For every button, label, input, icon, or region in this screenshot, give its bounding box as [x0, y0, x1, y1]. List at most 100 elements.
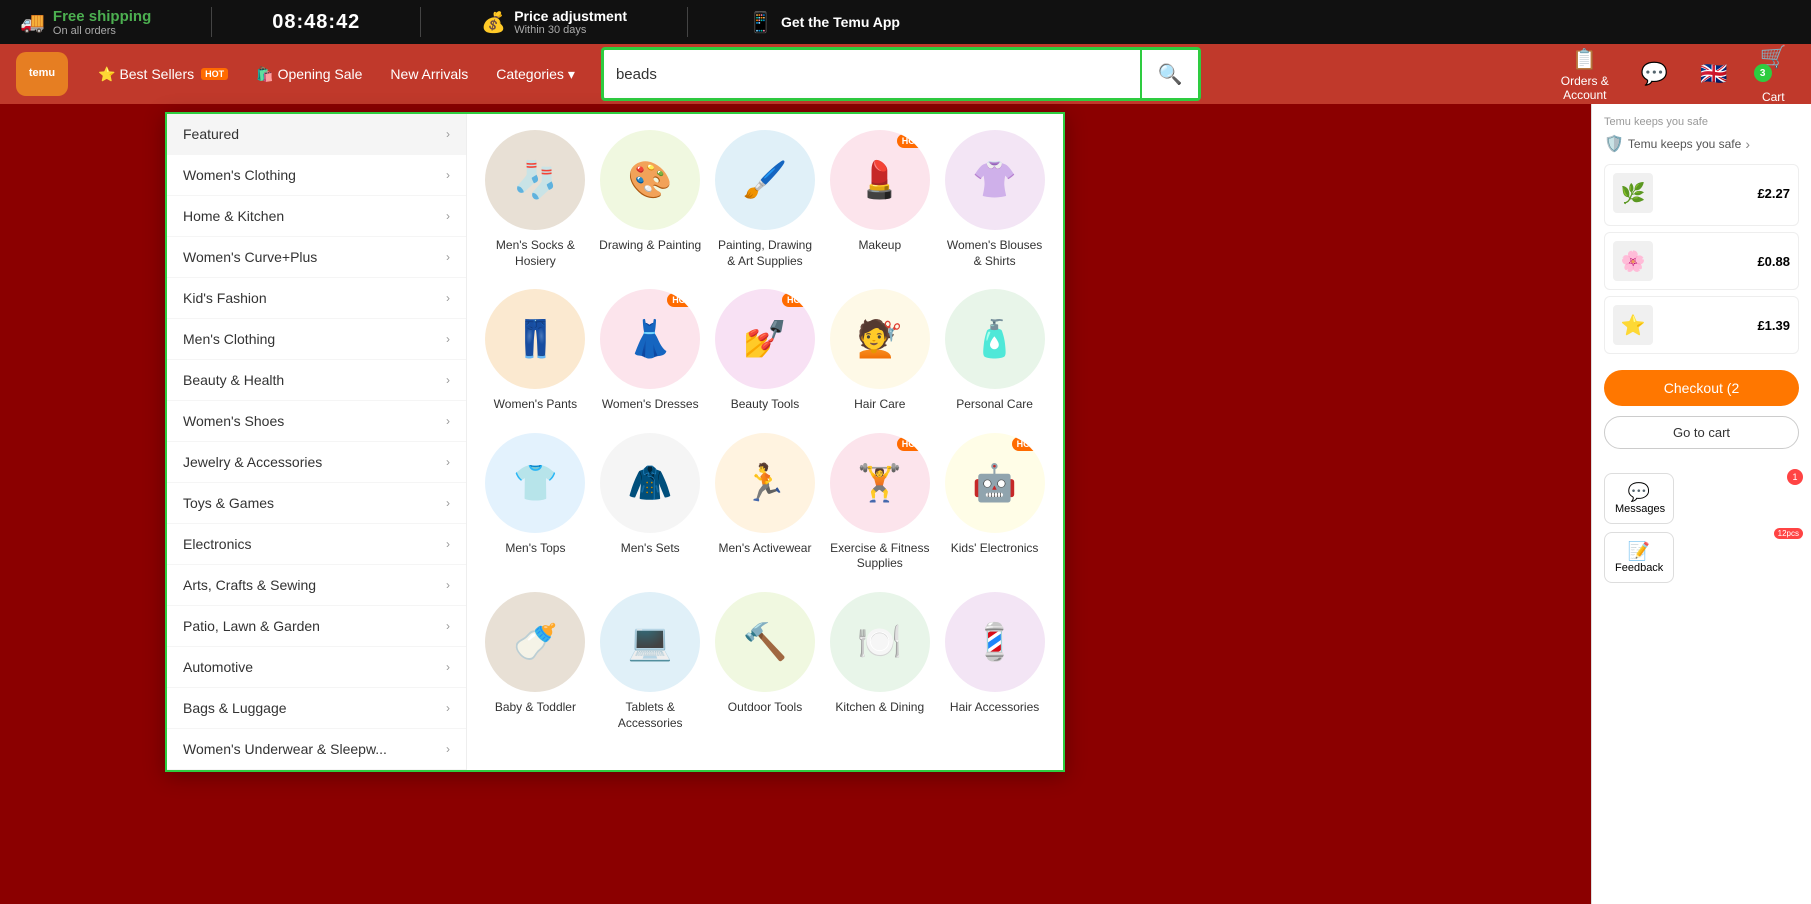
category-item-18[interactable]: 🍽️Kitchen & Dining	[827, 592, 932, 731]
category-emoji-4: 👚	[972, 159, 1017, 201]
sidebar-item-featured[interactable]: Featured ›	[167, 114, 466, 155]
category-circle-11: 🧥	[600, 433, 700, 533]
category-label-15: Baby & Toddler	[495, 700, 576, 716]
category-item-6[interactable]: HOT👗Women's Dresses	[598, 289, 703, 413]
category-label-1: Drawing & Painting	[599, 238, 701, 254]
opening-sale-icon: 🛍️	[256, 66, 273, 83]
search-icon: 🔍	[1152, 56, 1188, 92]
category-emoji-2: 🖌️	[743, 159, 788, 201]
category-emoji-3: 💄	[857, 159, 902, 201]
feedback-button[interactable]: 📝 Feedback 12pcs	[1604, 532, 1674, 583]
orders-account-label: Orders & Account	[1561, 74, 1609, 102]
womens-clothing-label: Women's Clothing	[183, 167, 296, 183]
new-arrivals-link[interactable]: New Arrivals	[376, 44, 482, 104]
orders-icon-row: 📋	[1572, 47, 1597, 72]
automotive-label: Automotive	[183, 659, 253, 675]
category-item-16[interactable]: 💻Tablets & Accessories	[598, 592, 703, 731]
go-to-cart-button[interactable]: Go to cart	[1604, 416, 1799, 449]
orders-account-item[interactable]: 📋 Orders & Account	[1553, 47, 1617, 102]
category-item-2[interactable]: 🖌️ Painting, Drawing & Art Supplies	[713, 130, 818, 269]
phone-icon: 📱	[748, 10, 773, 35]
opening-sale-label: Opening Sale	[278, 66, 363, 82]
chevron-icon: ›	[446, 537, 450, 551]
sidebar-item-arts-crafts[interactable]: Arts, Crafts & Sewing ›	[167, 565, 466, 606]
sidebar-item-bags[interactable]: Bags & Luggage ›	[167, 688, 466, 729]
category-item-3[interactable]: HOT💄Makeup	[827, 130, 932, 269]
cart-item[interactable]: 🛒 3 Cart	[1752, 44, 1795, 104]
right-panel: Temu keeps you safe 🛡️ Temu keeps you sa…	[1591, 104, 1811, 904]
search-container: 🔍	[601, 47, 1201, 101]
messages-button[interactable]: 💬 Messages 1	[1604, 473, 1674, 524]
category-label-3: Makeup	[858, 238, 901, 254]
category-circle-19: 💈	[945, 592, 1045, 692]
sidebar-item-patio[interactable]: Patio, Lawn & Garden ›	[167, 606, 466, 647]
temu-logo[interactable]: temu	[16, 52, 68, 96]
category-item-14[interactable]: HOT🤖Kids' Electronics	[942, 433, 1047, 572]
chevron-down-icon: ▾	[568, 66, 575, 83]
category-label-13: Exercise & Fitness Supplies	[827, 541, 932, 572]
categories-dropdown: Featured › Women's Clothing › Home & Kit…	[165, 112, 1065, 772]
sidebar-item-mens-clothing[interactable]: Men's Clothing ›	[167, 319, 466, 360]
sidebar-item-kids-fashion[interactable]: Kid's Fashion ›	[167, 278, 466, 319]
category-circle-16: 💻	[600, 592, 700, 692]
category-circle-12: 🏃	[715, 433, 815, 533]
chat-item[interactable]: 💬	[1633, 61, 1676, 87]
sidebar-item-home-kitchen[interactable]: Home & Kitchen ›	[167, 196, 466, 237]
womens-underwear-label: Women's Underwear & Sleepw...	[183, 741, 387, 757]
category-item-19[interactable]: 💈Hair Accessories	[942, 592, 1047, 731]
language-item[interactable]: 🇬🇧	[1692, 61, 1735, 87]
category-item-8[interactable]: 💇Hair Care	[827, 289, 932, 413]
nav-links: ⭐ Best Sellers HOT 🛍️ Opening Sale New A…	[84, 44, 589, 104]
cart-count-badge: 3	[1754, 64, 1772, 82]
chevron-icon: ›	[446, 742, 450, 756]
floating-area: 💬 Messages 1 📝 Feedback 12pcs	[1604, 473, 1799, 583]
feedback-icon: 📝	[1615, 541, 1663, 562]
sidebar-item-jewelry[interactable]: Jewelry & Accessories ›	[167, 442, 466, 483]
category-item-1[interactable]: 🎨 Drawing & Painting	[598, 130, 703, 269]
search-input[interactable]	[604, 58, 1140, 91]
sidebar-item-toys-games[interactable]: Toys & Games ›	[167, 483, 466, 524]
category-circle-15: 🍼	[485, 592, 585, 692]
categories-link[interactable]: Categories ▾	[482, 44, 589, 104]
category-item-0[interactable]: 🧦 Men's Socks & Hosiery	[483, 130, 588, 269]
sidebar-item-womens-underwear[interactable]: Women's Underwear & Sleepw... ›	[167, 729, 466, 770]
category-item-11[interactable]: 🧥Men's Sets	[598, 433, 703, 572]
category-item-5[interactable]: 👖Women's Pants	[483, 289, 588, 413]
hot-tag-7: HOT	[782, 293, 811, 307]
best-sellers-link[interactable]: ⭐ Best Sellers HOT	[84, 44, 242, 104]
search-button[interactable]: 🔍	[1140, 50, 1198, 98]
category-label-2: Painting, Drawing & Art Supplies	[713, 238, 818, 269]
sidebar-item-electronics[interactable]: Electronics ›	[167, 524, 466, 565]
category-emoji-1: 🎨	[628, 159, 673, 201]
sidebar-item-womens-clothing[interactable]: Women's Clothing ›	[167, 155, 466, 196]
category-item-13[interactable]: HOT🏋️Exercise & Fitness Supplies	[827, 433, 932, 572]
category-label-7: Beauty Tools	[731, 397, 800, 413]
category-item-15[interactable]: 🍼 Baby & Toddler	[483, 592, 588, 731]
nav-right: 📋 Orders & Account 💬 🇬🇧 🛒 3 Cart	[1553, 44, 1795, 104]
category-circle-0: 🧦	[485, 130, 585, 230]
chevron-icon: ›	[446, 332, 450, 346]
category-item-7[interactable]: HOT💅Beauty Tools	[713, 289, 818, 413]
top-bar: 🚚 Free shipping On all orders 08:48:42 💰…	[0, 0, 1811, 44]
sidebar-item-automotive[interactable]: Automotive ›	[167, 647, 466, 688]
opening-sale-link[interactable]: 🛍️ Opening Sale	[242, 44, 376, 104]
electronics-label: Electronics	[183, 536, 251, 552]
category-item-9[interactable]: 🧴Personal Care	[942, 289, 1047, 413]
category-label-6: Women's Dresses	[602, 397, 699, 413]
beauty-health-label: Beauty & Health	[183, 372, 284, 388]
app-promo: 📱 Get the Temu App	[748, 10, 900, 35]
flag-icon: 🇬🇧	[1700, 61, 1727, 87]
category-item-10[interactable]: 👕Men's Tops	[483, 433, 588, 572]
chevron-icon: ›	[446, 127, 450, 141]
sidebar-item-womens-shoes[interactable]: Women's Shoes ›	[167, 401, 466, 442]
category-item-4[interactable]: 👚Women's Blouses & Shirts	[942, 130, 1047, 269]
checkout-button[interactable]: Checkout (2	[1604, 370, 1799, 406]
cart-item1-thumb: 🌿	[1613, 173, 1653, 213]
category-label-0: Men's Socks & Hosiery	[483, 238, 588, 269]
sidebar-item-beauty-health[interactable]: Beauty & Health ›	[167, 360, 466, 401]
category-item-12[interactable]: 🏃Men's Activewear	[713, 433, 818, 572]
category-label-8: Hair Care	[854, 397, 905, 413]
safe-chevron-icon: ›	[1745, 136, 1750, 152]
sidebar-item-womens-curve[interactable]: Women's Curve+Plus ›	[167, 237, 466, 278]
category-item-17[interactable]: 🔨Outdoor Tools	[713, 592, 818, 731]
